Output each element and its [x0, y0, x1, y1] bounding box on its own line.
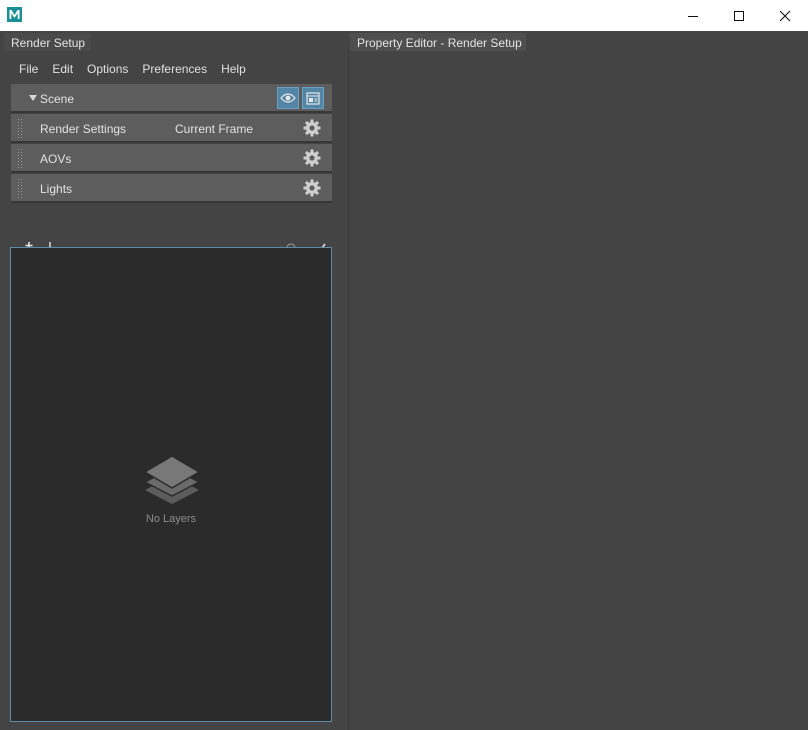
no-layers-text: No Layers [145, 513, 197, 525]
render-settings-row[interactable]: Render Settings Current Frame [11, 114, 332, 143]
eye-icon [280, 93, 296, 103]
property-editor-body [348, 51, 808, 730]
property-editor-panel: Property Editor - Render Setup [346, 31, 808, 730]
render-view-button[interactable] [302, 87, 324, 109]
aovs-row[interactable]: AOVs [11, 144, 332, 173]
tab-property-editor[interactable]: Property Editor - Render Setup [350, 33, 526, 51]
drag-handle-icon[interactable] [18, 179, 22, 198]
menu-bar: File Edit Options Preferences Help [4, 59, 253, 79]
render-setup-panel: Render Setup File Edit Options Preferenc… [0, 31, 340, 730]
gear-icon[interactable] [303, 149, 321, 167]
close-button[interactable] [762, 0, 808, 31]
scene-label: Scene [40, 92, 75, 106]
scene-visibility-button[interactable] [277, 87, 299, 109]
collapse-arrow-icon[interactable] [29, 95, 37, 101]
layers-stack-icon [143, 455, 201, 504]
tab-render-setup[interactable]: Render Setup [4, 33, 91, 51]
maya-logo-icon [7, 7, 22, 22]
menu-file[interactable]: File [4, 59, 45, 79]
drag-handle-icon[interactable] [18, 119, 22, 138]
gear-icon[interactable] [303, 179, 321, 197]
render-view-icon [306, 91, 320, 105]
drag-handle-icon[interactable] [18, 149, 22, 168]
close-icon [779, 10, 791, 21]
title-bar [0, 0, 808, 31]
maximize-icon [734, 10, 744, 21]
minimize-icon [688, 15, 698, 17]
scene-row[interactable]: Scene [11, 84, 332, 113]
render-layer-list[interactable]: No Layers [10, 247, 332, 722]
lights-row[interactable]: Lights [11, 174, 332, 203]
render-settings-label: Render Settings [40, 122, 127, 136]
lights-label: Lights [40, 182, 73, 196]
menu-preferences[interactable]: Preferences [135, 59, 214, 79]
minimize-button[interactable] [670, 0, 716, 31]
maximize-button[interactable] [716, 0, 762, 31]
render-settings-value: Current Frame [175, 122, 254, 136]
menu-edit[interactable]: Edit [45, 59, 80, 79]
gear-icon[interactable] [303, 119, 321, 137]
aovs-label: AOVs [40, 152, 72, 166]
menu-help[interactable]: Help [214, 59, 253, 79]
menu-options[interactable]: Options [80, 59, 135, 79]
render-setup-body: File Edit Options Preferences Help Scene [4, 51, 340, 730]
